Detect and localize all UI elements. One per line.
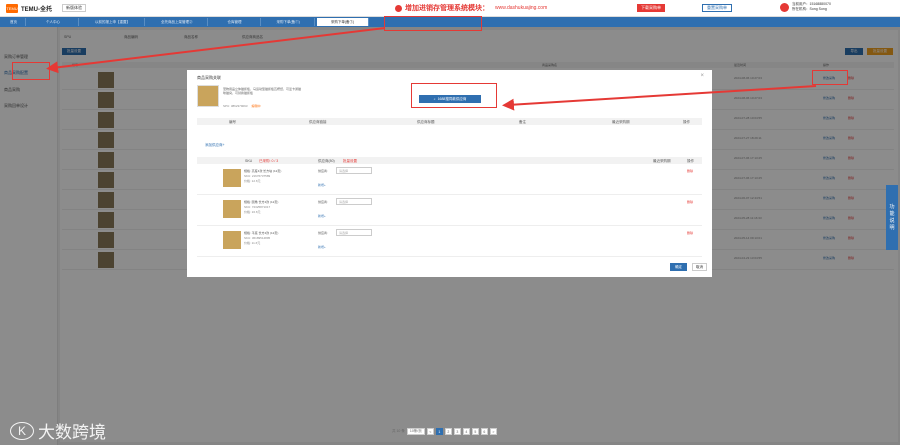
watermark: K 大数跨境 xyxy=(10,418,106,443)
tab-home[interactable]: 首页 xyxy=(2,18,26,26)
alert-icon xyxy=(395,4,402,12)
user-avatar[interactable] xyxy=(780,3,789,12)
pagination: 共 10 条 10条/页 < 1 2 3 4 5 6 > xyxy=(392,428,497,435)
brand-name: TEMU-全托 xyxy=(21,6,52,13)
sku-row: 规格: 圆角 长方4款 (12页) SKU: 72325871017 价格: 1… xyxy=(197,196,702,226)
page-5[interactable]: 5 xyxy=(471,428,479,435)
confirm-button[interactable]: 确定 xyxy=(670,263,687,271)
sku-code: SKU: 72325871017 xyxy=(244,205,271,209)
sku-spec: 规格: 高度4款 长方块 (12页) xyxy=(244,169,282,173)
prev-page-button[interactable]: < xyxy=(426,428,434,435)
delete-sku-link[interactable]: 删除 xyxy=(687,231,693,235)
tab-prev[interactable]: 以前的报上申【重置】 xyxy=(81,18,145,26)
watermark-logo-icon: K xyxy=(10,421,34,440)
page-3[interactable]: 3 xyxy=(453,428,461,435)
help-sidebar-tab[interactable]: 功 能 说 明 xyxy=(886,185,898,250)
promo-banner: 增加进销存管理系统模块： www.dashukuajing.com xyxy=(395,3,547,13)
sku-spec: 规格: 圆角 长方4款 (12页) xyxy=(244,200,279,204)
sku-spec: 规格: 平底 长方4款 (12页) xyxy=(244,231,279,235)
sku-table-header: SKU 已采购: 0 / 3 供应商(80) 批量设置 最近采购期 操作 xyxy=(197,157,702,164)
cancel-button[interactable]: 取消 xyxy=(692,263,707,271)
total-count: 共 10 条 xyxy=(392,429,405,433)
supplier-select[interactable]: 请选择 xyxy=(336,167,372,174)
close-icon[interactable]: × xyxy=(700,73,704,79)
top-bar: TEMU TEMU-全托 新版体验 增加进销存管理系统模块： www.dashu… xyxy=(0,0,900,17)
sku-image xyxy=(223,200,241,218)
search-1688-button[interactable]: ⌕ 1688搜同款供应商 xyxy=(419,95,481,103)
tab-personal[interactable]: 个人中心 xyxy=(28,18,79,26)
temu-logo-icon: TEMU xyxy=(6,3,18,13)
sku-price: 价格: 11.6元 xyxy=(244,241,261,245)
page-2[interactable]: 2 xyxy=(444,428,452,435)
product-image xyxy=(197,85,219,107)
sku-image xyxy=(223,231,241,249)
sku-image xyxy=(223,169,241,187)
purchase-link-modal: 商品采购关联 × 宠物用品立体猫抓板，马运动型猫抓板瓦楞纸，可爱卡通猫咪猫窝，可… xyxy=(187,70,712,277)
new-system-button[interactable]: 新版体验 xyxy=(62,4,86,12)
banner-url[interactable]: www.dashukuajing.com xyxy=(495,5,547,11)
supplier-table-header: 编号 供应商链接 供应商标题 备注 最近采购期 操作 xyxy=(197,118,702,125)
search-icon: ⌕ xyxy=(433,97,436,101)
download-order-button[interactable]: 下载采购单 xyxy=(637,4,665,12)
page-1[interactable]: 1 xyxy=(435,428,443,435)
add-supplier-link[interactable]: 添加供应商+ xyxy=(205,143,225,148)
tab-warehouse[interactable]: 仓库管理 xyxy=(210,18,261,26)
add-supplier-row-link[interactable]: 新增+ xyxy=(318,214,326,218)
add-supplier-row-link[interactable]: 新增+ xyxy=(318,183,326,187)
supplier-label: 供应商: xyxy=(318,231,328,235)
product-spu: SPU: 3862379093 编辑中 xyxy=(223,104,261,108)
modal-title: 商品采购关联 xyxy=(197,75,221,80)
product-title: 宠物用品立体猫抓板，马运动型猫抓板瓦楞纸，可爱卡通猫咪猫窝，可替换猫抓板 xyxy=(223,87,302,95)
next-page-button[interactable]: > xyxy=(489,428,497,435)
delete-sku-link[interactable]: 删除 xyxy=(687,169,693,173)
brand-logo: TEMU TEMU-全托 xyxy=(6,3,52,13)
page-size-select[interactable]: 10条/页 xyxy=(406,428,425,435)
add-supplier-row-link[interactable]: 新增+ xyxy=(318,245,326,249)
batch-setting-link[interactable]: 批量设置 xyxy=(343,159,357,164)
highlight-box-tab xyxy=(384,16,482,31)
supplier-label: 供应商: xyxy=(318,169,328,173)
user-info: 当前用户：15168880070 所在机构：Song Song xyxy=(792,2,831,11)
page-6[interactable]: 6 xyxy=(480,428,488,435)
supplier-select[interactable]: 请选择 xyxy=(336,198,372,205)
page-4[interactable]: 4 xyxy=(462,428,470,435)
sku-row: 规格: 平底 长方4款 (12页) SKU: 36189514895 价格: 1… xyxy=(197,227,702,257)
tab-listing[interactable]: 全托商品上架管理② xyxy=(147,18,208,26)
tab-purchase-1[interactable]: 采购下单(备①) xyxy=(263,18,315,26)
banner-title: 增加进销存管理系统模块： xyxy=(405,5,489,12)
highlight-box-sidebar xyxy=(12,62,50,80)
highlight-box-action xyxy=(812,70,848,85)
supplier-label: 供应商: xyxy=(318,200,328,204)
sku-code: SKU: 21676737589 xyxy=(244,174,271,178)
supplier-select[interactable]: 请选择 xyxy=(336,229,372,236)
sku-code: SKU: 36189514895 xyxy=(244,236,271,240)
delete-sku-link[interactable]: 删除 xyxy=(687,200,693,204)
sku-price: 价格: 12.6元 xyxy=(244,179,261,183)
tab-purchase-active[interactable]: 采购下单(备⑦) xyxy=(316,18,370,26)
spu-status-badge: 编辑中 xyxy=(251,104,261,108)
sku-row: 规格: 高度4款 长方块 (12页) SKU: 21676737589 价格: … xyxy=(197,165,702,195)
reset-order-button[interactable]: 重置采购单 xyxy=(702,4,732,12)
sku-price: 价格: 16.6元 xyxy=(244,210,261,214)
